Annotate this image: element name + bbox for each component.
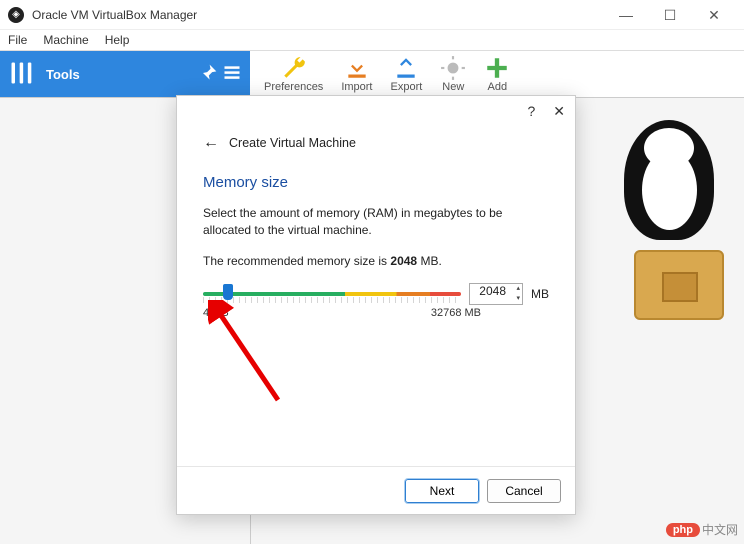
import-button[interactable]: Import [341, 55, 372, 93]
add-label: Add [488, 81, 508, 93]
dialog-footer: Next Cancel [177, 466, 575, 514]
maximize-button[interactable]: ☐ [648, 0, 692, 30]
menu-bar: File Machine Help [0, 30, 744, 50]
slider-ticks [203, 297, 461, 303]
sidebar-tools-panel[interactable]: Tools [0, 51, 250, 97]
slider-track [203, 292, 461, 296]
menu-machine[interactable]: Machine [43, 33, 88, 47]
plus-icon [484, 55, 510, 81]
rec-value: 2048 [390, 254, 417, 268]
watermark-badge: php [666, 523, 700, 537]
menu-help[interactable]: Help [105, 33, 130, 47]
app-logo-icon: ◈ [8, 7, 24, 23]
dialog-help-button[interactable]: ? [527, 103, 535, 119]
rec-suffix: MB. [417, 254, 442, 268]
wrench-icon [281, 55, 307, 81]
import-label: Import [341, 81, 372, 93]
dialog-titlebar: ? ✕ [177, 96, 575, 126]
dialog-description: Select the amount of memory (RAM) in meg… [203, 205, 549, 239]
list-icon[interactable] [222, 63, 242, 86]
minimize-button[interactable]: — [604, 0, 648, 30]
toolbar-actions: Preferences Import Export New Add [250, 51, 524, 97]
dialog-section-title: Memory size [203, 174, 549, 191]
window-title: Oracle VM VirtualBox Manager [32, 8, 604, 22]
memory-input[interactable]: 2048 [469, 283, 523, 305]
sun-icon [440, 55, 466, 81]
back-arrow-icon[interactable]: ← [203, 134, 219, 152]
tools-icon [8, 59, 36, 90]
slider-max-label: 32768 MB [431, 307, 481, 319]
new-label: New [442, 81, 464, 93]
slider-min-label: 4 MB [203, 307, 229, 319]
toolbar: Tools Preferences Import Export New Add [0, 50, 744, 98]
export-icon [393, 55, 419, 81]
watermark-text: 中文网 [702, 521, 738, 538]
import-icon [344, 55, 370, 81]
watermark: php 中文网 [666, 521, 738, 538]
sidebar-tools-label: Tools [46, 67, 198, 82]
new-button[interactable]: New [440, 55, 466, 93]
memory-slider[interactable] [203, 286, 461, 302]
cancel-button[interactable]: Cancel [487, 479, 561, 503]
dialog-close-button[interactable]: ✕ [553, 103, 565, 120]
preferences-label: Preferences [264, 81, 323, 93]
memory-unit: MB [531, 287, 549, 301]
pin-icon[interactable] [198, 63, 218, 86]
export-label: Export [391, 81, 423, 93]
rec-prefix: The recommended memory size is [203, 254, 390, 268]
menu-file[interactable]: File [8, 33, 27, 47]
preferences-button[interactable]: Preferences [264, 55, 323, 93]
add-button[interactable]: Add [484, 55, 510, 93]
welcome-mascot-icon [604, 120, 734, 320]
dialog-breadcrumb: Create Virtual Machine [229, 136, 356, 150]
create-vm-dialog: ? ✕ ← Create Virtual Machine Memory size… [176, 95, 576, 515]
titlebar: ◈ Oracle VM VirtualBox Manager — ☐ ✕ [0, 0, 744, 30]
next-button[interactable]: Next [405, 479, 479, 503]
dialog-recommendation: The recommended memory size is 2048 MB. [203, 253, 549, 270]
export-button[interactable]: Export [391, 55, 423, 93]
close-button[interactable]: ✕ [692, 0, 736, 30]
slider-thumb[interactable] [223, 284, 233, 300]
